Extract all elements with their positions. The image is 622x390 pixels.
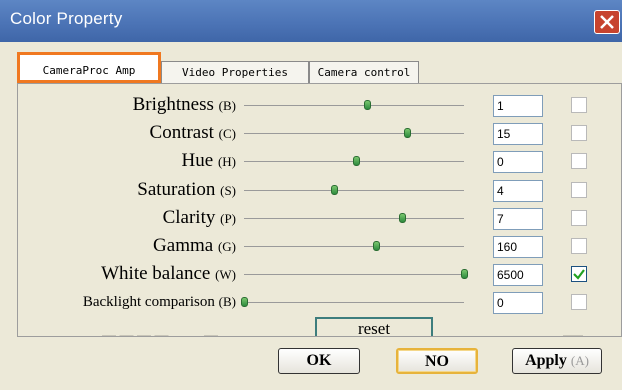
property-label: Clarity (P) xyxy=(163,205,236,231)
value-field[interactable]: 1 xyxy=(493,95,543,117)
auto-checkbox[interactable] xyxy=(571,125,587,142)
auto-checkbox[interactable] xyxy=(571,266,587,283)
properties-panel: Brightness (B) 1 Contrast (C) 15 Hue (H) 0 Sat… xyxy=(17,83,622,337)
value-field[interactable]: 4 xyxy=(493,179,543,202)
title-bar: Color Property xyxy=(0,0,622,42)
clipped-row-label: ▬ ▬ ▬ ▬ xyxy=(102,329,169,337)
clipped-row-checkbox: ▬▬ xyxy=(563,329,583,337)
property-row: Clarity (P) 7 xyxy=(18,205,621,231)
property-accelerator: (B) xyxy=(218,294,236,310)
property-label: White balance (W) xyxy=(101,261,236,287)
ok-button[interactable]: OK xyxy=(278,348,360,374)
auto-checkbox[interactable] xyxy=(571,153,587,170)
value-field[interactable]: 160 xyxy=(493,236,543,258)
property-accelerator: (S) xyxy=(220,182,236,198)
clipped-row-accel: ▬ xyxy=(204,329,218,337)
property-accelerator: (C) xyxy=(218,126,236,142)
value-field[interactable]: 0 xyxy=(493,151,543,174)
slider-thumb[interactable] xyxy=(373,241,380,251)
window-title: Color Property xyxy=(10,9,123,28)
property-label: Contrast (C) xyxy=(150,120,236,146)
close-icon xyxy=(600,15,614,29)
property-label: Hue (H) xyxy=(182,148,236,174)
reset-button[interactable]: reset xyxy=(315,317,433,336)
close-button[interactable] xyxy=(594,10,620,34)
property-name: Saturation xyxy=(137,178,216,200)
property-name: White balance xyxy=(101,263,211,285)
apply-label: Apply xyxy=(525,352,567,369)
property-row: White balance (W) 6500 xyxy=(18,261,621,287)
tab-cameraproc-amp[interactable]: CameraProc Amp xyxy=(17,52,161,83)
property-accelerator: (H) xyxy=(217,154,236,170)
property-name: Gamma xyxy=(153,235,214,256)
property-label: Saturation (S) xyxy=(137,177,236,203)
property-label: Gamma (G) xyxy=(153,233,236,259)
auto-checkbox[interactable] xyxy=(571,294,587,311)
value-field[interactable]: 6500 xyxy=(493,264,543,287)
no-button[interactable]: NO xyxy=(396,348,478,374)
property-accelerator: (W) xyxy=(215,267,236,283)
property-name: Contrast xyxy=(149,122,214,144)
slider-thumb[interactable] xyxy=(353,156,361,167)
property-name: Hue xyxy=(181,150,214,172)
property-label: Backlight comparison (B) xyxy=(83,289,236,315)
property-row: Brightness (B) 1 xyxy=(18,92,621,118)
apply-button[interactable]: Apply (A) xyxy=(512,348,602,374)
property-label: Brightness (B) xyxy=(133,92,236,118)
slider-thumb[interactable] xyxy=(461,269,468,280)
tab-video-properties[interactable]: Video Properties xyxy=(161,61,309,83)
tab-camera-control[interactable]: Camera control xyxy=(309,61,419,83)
property-row: Contrast (C) 15 xyxy=(18,120,621,146)
slider-thumb[interactable] xyxy=(399,212,407,223)
slider-thumb[interactable] xyxy=(364,100,372,110)
property-accelerator: (B) xyxy=(218,98,236,113)
slider-track[interactable] xyxy=(244,217,464,219)
property-name: Backlight comparison xyxy=(82,294,215,311)
property-row: Backlight comparison (B) 0 xyxy=(18,289,621,315)
slider-thumb[interactable] xyxy=(403,128,411,139)
slider-track[interactable] xyxy=(244,246,464,247)
value-field[interactable]: 0 xyxy=(493,292,543,315)
auto-checkbox[interactable] xyxy=(571,181,587,198)
auto-checkbox[interactable] xyxy=(571,238,587,254)
auto-checkbox[interactable] xyxy=(571,97,587,113)
property-name: Brightness xyxy=(132,94,214,115)
slider-track[interactable] xyxy=(244,133,464,135)
slider-track[interactable] xyxy=(244,274,464,276)
slider-thumb[interactable] xyxy=(241,297,248,308)
slider-thumb[interactable] xyxy=(331,184,339,195)
value-field[interactable]: 15 xyxy=(493,123,543,146)
property-accelerator: (G) xyxy=(217,239,236,254)
property-row: Saturation (S) 4 xyxy=(18,177,621,203)
auto-checkbox[interactable] xyxy=(571,209,587,226)
slider-track[interactable] xyxy=(244,105,464,106)
property-row: Gamma (G) 160 xyxy=(18,233,621,259)
slider-track[interactable] xyxy=(244,189,464,191)
apply-accelerator: (A) xyxy=(570,353,589,368)
property-accelerator: (P) xyxy=(220,210,236,226)
checkmark-icon xyxy=(573,269,585,280)
slider-track[interactable] xyxy=(244,302,464,304)
property-name: Clarity xyxy=(162,206,216,228)
value-field[interactable]: 7 xyxy=(493,207,543,230)
property-row: Hue (H) 0 xyxy=(18,148,621,174)
